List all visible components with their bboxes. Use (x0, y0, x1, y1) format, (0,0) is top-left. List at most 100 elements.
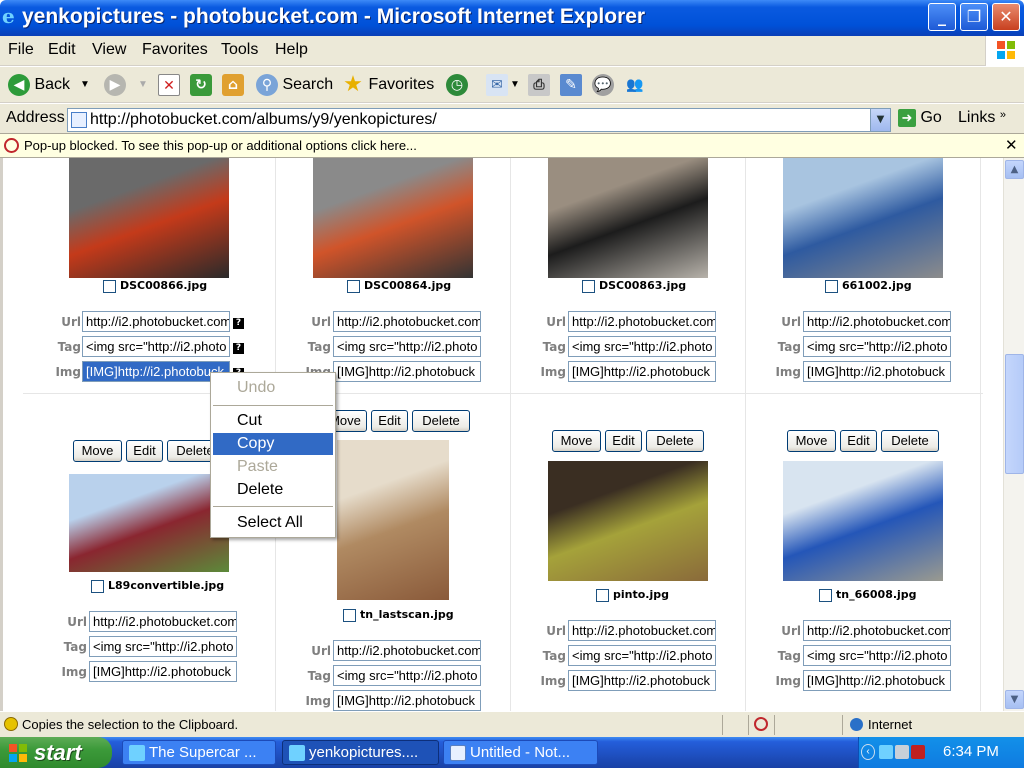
menu-view[interactable]: View (92, 41, 126, 59)
url-field[interactable]: http://i2.photobucket.com (82, 311, 230, 332)
popup-status-icon[interactable] (754, 717, 768, 731)
context-paste[interactable]: Paste (213, 456, 333, 478)
scroll-down-icon[interactable]: ▼ (1005, 690, 1024, 709)
context-cut[interactable]: Cut (213, 410, 333, 432)
scroll-up-icon[interactable]: ▲ (1005, 160, 1024, 179)
select-checkbox[interactable] (825, 279, 838, 293)
menu-file[interactable]: File (8, 41, 34, 59)
edit-button[interactable]: Edit (126, 440, 163, 462)
url-field[interactable]: http://i2.photobucket.com (333, 640, 481, 661)
img-field[interactable]: [IMG]http://i2.photobuck (568, 670, 716, 691)
vertical-scrollbar[interactable]: ▲ ▼ (1003, 158, 1024, 711)
address-dropdown-icon[interactable]: ▼ (870, 109, 890, 131)
scroll-thumb[interactable] (1005, 354, 1024, 474)
select-checkbox[interactable] (582, 279, 595, 293)
popup-close-icon[interactable]: ✕ (1005, 136, 1018, 154)
img-field[interactable]: [IMG]http://i2.photobuck (803, 361, 951, 382)
menu-tools[interactable]: Tools (221, 41, 258, 59)
photo-thumbnail[interactable] (783, 461, 943, 581)
context-delete[interactable]: Delete (213, 479, 333, 501)
edit-button[interactable]: Edit (840, 430, 877, 452)
url-field[interactable]: http://i2.photobucket.com (89, 611, 237, 632)
delete-button[interactable]: Delete (412, 410, 470, 432)
context-select-all[interactable]: Select All (213, 512, 333, 534)
photo-thumbnail[interactable] (69, 158, 229, 278)
close-button[interactable]: ✕ (992, 3, 1020, 31)
tray-network-icon[interactable] (895, 745, 909, 759)
move-button[interactable]: Move (73, 440, 122, 462)
popup-blocked-bar[interactable]: Pop-up blocked. To see this pop-up or ad… (0, 134, 1024, 158)
minimize-button[interactable]: _ (928, 3, 956, 31)
edit-button[interactable]: Edit (605, 430, 642, 452)
photo-thumbnail[interactable] (313, 158, 473, 278)
menu-edit[interactable]: Edit (48, 41, 76, 59)
back-dropdown-icon[interactable]: ▼ (80, 73, 90, 97)
photo-thumbnail[interactable] (783, 158, 943, 278)
img-field[interactable]: [IMG]http://i2.photobuck (568, 361, 716, 382)
mail-dropdown-icon[interactable]: ▼ (510, 73, 520, 97)
forward-dropdown-icon[interactable]: ▼ (138, 73, 148, 97)
select-checkbox[interactable] (103, 279, 116, 293)
delete-button[interactable]: Delete (646, 430, 704, 452)
menu-favorites[interactable]: Favorites (142, 41, 208, 59)
edit-button[interactable]: Edit (371, 410, 408, 432)
url-field[interactable]: http://i2.photobucket.com (803, 311, 951, 332)
photo-thumbnail[interactable] (337, 440, 449, 600)
popup-blocked-text[interactable]: Pop-up blocked. To see this pop-up or ad… (24, 138, 417, 153)
edit-page-button[interactable]: ✎ (560, 73, 582, 97)
title-bar[interactable]: e yenkopictures - photobucket.com - Micr… (0, 0, 1024, 36)
tag-field[interactable]: <img src="http://i2.photo (568, 336, 716, 357)
img-field[interactable]: [IMG]http://i2.photobuck (89, 661, 237, 682)
forward-button[interactable]: ▶ (104, 73, 126, 97)
url-field[interactable]: http://i2.photobucket.com (803, 620, 951, 641)
img-field[interactable]: [IMG]http://i2.photobuck (803, 670, 951, 691)
tag-field[interactable]: <img src="http://i2.photo (89, 636, 237, 657)
help-icon[interactable]: ? (233, 318, 244, 329)
maximize-button[interactable]: ❐ (960, 3, 988, 31)
home-button[interactable]: ⌂ (222, 73, 244, 97)
stop-button[interactable]: ✕ (158, 73, 180, 97)
search-button[interactable]: ⚲ Search (256, 73, 333, 97)
favorites-button[interactable]: ★ Favorites (342, 73, 434, 97)
context-undo[interactable]: Undo (213, 377, 333, 399)
url-field[interactable]: http://i2.photobucket.com (333, 311, 481, 332)
select-checkbox[interactable] (343, 608, 356, 622)
tag-field[interactable]: <img src="http://i2.photo (803, 645, 951, 666)
refresh-button[interactable]: ↻ (190, 73, 212, 97)
img-field[interactable]: [IMG]http://i2.photobuck (82, 361, 230, 382)
tag-field[interactable]: <img src="http://i2.photo (333, 336, 481, 357)
url-field[interactable]: http://i2.photobucket.com (568, 311, 716, 332)
taskbar-item-yenkopictures[interactable]: yenkopictures.... (282, 740, 439, 765)
photo-thumbnail[interactable] (548, 461, 708, 581)
start-button[interactable]: start (0, 737, 112, 768)
img-field[interactable]: [IMG]http://i2.photobuck (333, 361, 481, 382)
img-field[interactable]: [IMG]http://i2.photobuck (333, 690, 481, 711)
tag-field[interactable]: <img src="http://i2.photo (333, 665, 481, 686)
select-checkbox[interactable] (347, 279, 360, 293)
links-button[interactable]: Links » (958, 109, 1006, 127)
select-checkbox[interactable] (819, 588, 832, 602)
photo-thumbnail[interactable] (548, 158, 708, 278)
delete-button[interactable]: Delete (881, 430, 939, 452)
mail-button[interactable]: ✉ (486, 73, 508, 97)
back-button[interactable]: ◀ Back (8, 73, 70, 97)
select-checkbox[interactable] (596, 588, 609, 602)
select-checkbox[interactable] (91, 579, 104, 593)
taskbar-item-notepad[interactable]: Untitled - Not... (443, 740, 598, 765)
address-input[interactable]: http://photobucket.com/albums/y9/yenkopi… (67, 108, 891, 132)
tag-field[interactable]: <img src="http://i2.photo (803, 336, 951, 357)
tray-expand-icon[interactable]: ‹ (861, 744, 875, 760)
context-copy[interactable]: Copy (213, 433, 333, 455)
menu-help[interactable]: Help (275, 41, 308, 59)
address-url[interactable]: http://photobucket.com/albums/y9/yenkopi… (90, 111, 437, 129)
tag-field[interactable]: <img src="http://i2.photo (82, 336, 230, 357)
photo-thumbnail[interactable] (69, 474, 229, 572)
tray-mail-icon[interactable] (911, 745, 925, 759)
url-field[interactable]: http://i2.photobucket.com (568, 620, 716, 641)
history-button[interactable]: ◷ (446, 73, 468, 97)
go-button[interactable]: ➜ Go (898, 109, 942, 127)
messenger-button[interactable]: 👥 (624, 73, 646, 97)
tag-field[interactable]: <img src="http://i2.photo (568, 645, 716, 666)
taskbar-item-supercar[interactable]: The Supercar ... (122, 740, 276, 765)
help-icon[interactable]: ? (233, 343, 244, 354)
